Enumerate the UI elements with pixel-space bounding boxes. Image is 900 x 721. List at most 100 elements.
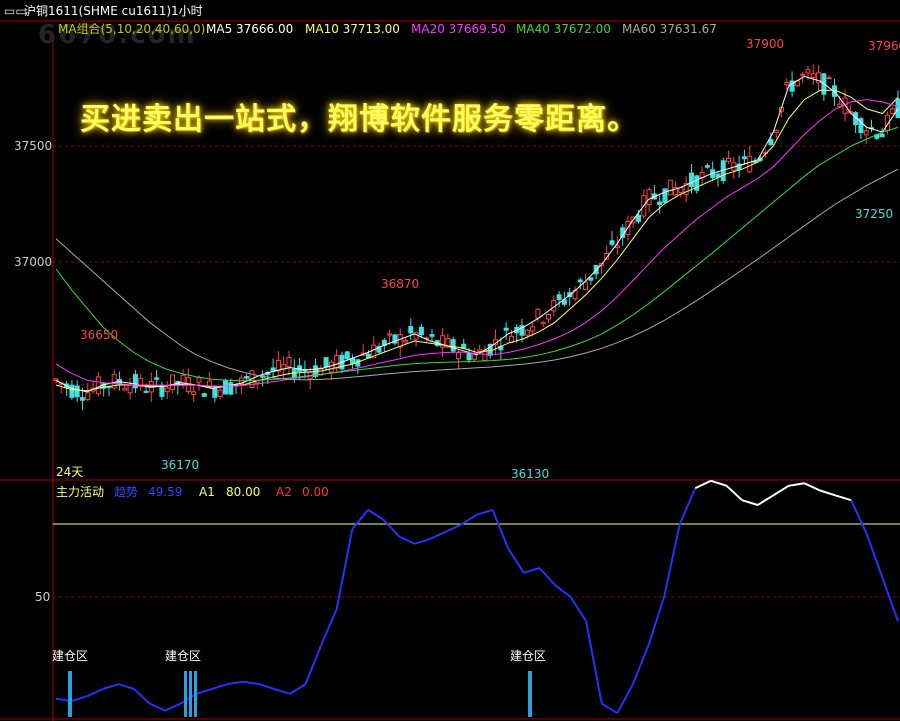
candle (286, 350, 292, 376)
candle (816, 65, 822, 91)
peak-label-36870: 36870 (381, 277, 419, 291)
trend-segment (554, 584, 572, 598)
candle (545, 313, 551, 324)
candle (821, 72, 827, 101)
trend-segment (429, 530, 447, 540)
trend-segment (398, 535, 416, 545)
candle (138, 373, 144, 392)
candle (90, 381, 96, 394)
candle (328, 359, 334, 380)
trend-segment (803, 482, 821, 492)
period-label: 24天 (56, 465, 83, 479)
trend-segment (523, 567, 540, 574)
candle (323, 357, 329, 371)
y-tick-37000: 37000 (14, 255, 52, 269)
trend-segment (616, 683, 634, 714)
candle (678, 186, 684, 198)
trend-segment (865, 533, 884, 578)
candle (74, 380, 80, 402)
candle (429, 329, 435, 342)
candle (890, 106, 896, 115)
trend-segment (367, 509, 384, 521)
trend-segment (118, 683, 135, 690)
trend-segment (242, 680, 259, 686)
trend-segment (476, 508, 493, 516)
candle (869, 119, 875, 133)
peak-label-37900: 37900 (746, 37, 784, 51)
candle (683, 176, 689, 202)
trend-segment (71, 695, 88, 703)
candle (159, 381, 165, 401)
candle (482, 345, 488, 362)
candle (127, 377, 133, 400)
trend-segment (460, 513, 478, 526)
trend-segment (819, 489, 836, 497)
trend-segment (507, 548, 525, 574)
trend-segment (757, 494, 774, 506)
candle (694, 174, 700, 194)
trend-segment (196, 688, 213, 695)
zone-label-1: 建仓区 (52, 649, 88, 663)
trend-segment (414, 537, 431, 545)
trend-segment (788, 482, 805, 487)
candle (95, 372, 101, 397)
trend-segment (772, 484, 790, 497)
candle (572, 286, 578, 302)
trend-segment (850, 499, 868, 535)
candle (228, 378, 234, 396)
candle (238, 374, 244, 394)
candle (217, 387, 223, 400)
trend-segment (585, 621, 603, 704)
candle (111, 369, 117, 391)
candle (270, 358, 276, 379)
candle (132, 370, 138, 393)
candle (392, 334, 398, 346)
candle (164, 380, 170, 400)
peak-label-37960: 37960 (868, 39, 900, 53)
trough-label-36130: 36130 (511, 467, 549, 481)
candle (588, 277, 594, 285)
trend-segment (133, 688, 151, 705)
candle (853, 111, 859, 134)
trend-segment (881, 577, 899, 622)
candle (704, 163, 710, 170)
peak-label-36650: 36650 (80, 328, 118, 342)
trend-segment (164, 702, 182, 712)
zone-label-2: 建仓区 (165, 649, 201, 663)
candle (657, 194, 663, 214)
trend-segment (710, 479, 727, 487)
zone-label-3: 建仓区 (510, 649, 546, 663)
trend-segment (102, 683, 119, 690)
candle (609, 231, 615, 247)
trend-segment (445, 523, 462, 533)
candle (106, 385, 112, 397)
candle (350, 354, 356, 369)
candle (710, 161, 716, 182)
trend-segment (227, 680, 244, 686)
candle (307, 367, 313, 390)
candle (477, 344, 483, 353)
trough-label-36170: 36170 (161, 458, 199, 472)
candle (201, 392, 207, 397)
candle (736, 155, 742, 178)
candle (275, 351, 281, 376)
candle (344, 351, 350, 361)
trend-segment (180, 692, 197, 705)
candle (191, 384, 197, 402)
candle (747, 145, 753, 174)
trend-segment (663, 524, 681, 598)
trend-segment (86, 688, 104, 698)
trend-segment (274, 688, 291, 695)
trend-segment (211, 683, 228, 690)
trend-segment (694, 479, 712, 490)
promo-banner: 买进卖出一站式，翔博软件服务零距离。 (80, 102, 638, 137)
candle (895, 90, 900, 119)
trend-segment (741, 499, 758, 506)
trend-segment (647, 596, 666, 646)
candle (667, 179, 673, 196)
trend-segment (678, 487, 697, 525)
candle (408, 318, 414, 341)
trend-segment (631, 645, 650, 685)
trend-segment (258, 683, 275, 690)
candle (699, 166, 705, 186)
